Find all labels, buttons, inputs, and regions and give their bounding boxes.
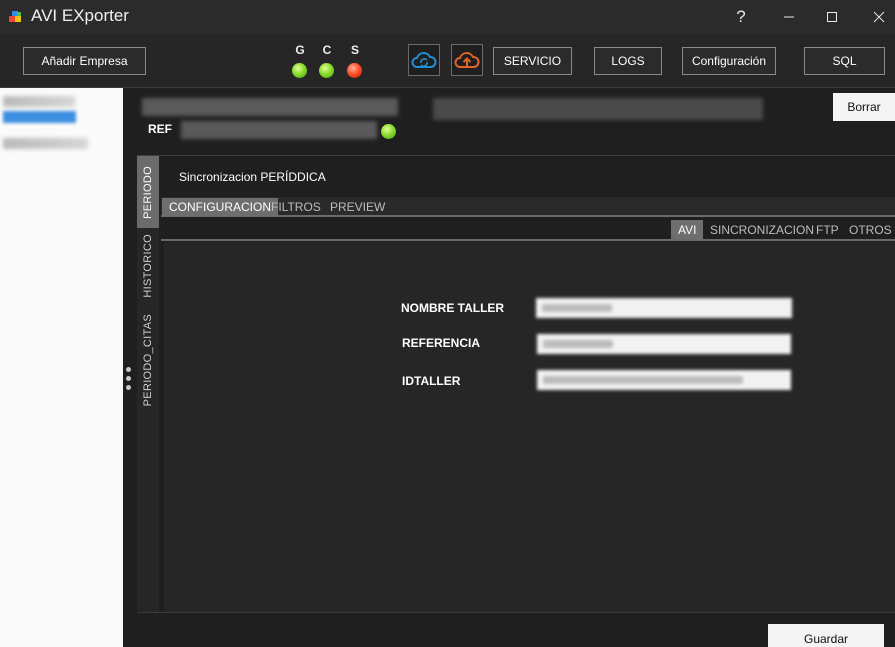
ref-field[interactable] bbox=[181, 121, 377, 139]
splitter-handle[interactable] bbox=[125, 367, 133, 393]
window-title: AVI EXporter bbox=[31, 6, 129, 25]
idtaller-input[interactable] bbox=[537, 370, 791, 390]
status-label-c: C bbox=[322, 43, 332, 57]
logs-button[interactable]: LOGS bbox=[594, 47, 662, 75]
list-item-selected[interactable] bbox=[3, 111, 76, 123]
tab-periodo-citas[interactable]: PERIODO_CITAS bbox=[137, 308, 159, 412]
tab-otros[interactable]: OTROS bbox=[842, 220, 895, 239]
tab-filtros[interactable]: FILTROS bbox=[264, 198, 328, 216]
tab-sincronizacion[interactable]: SINCRONIZACION bbox=[703, 220, 821, 239]
maximize-icon bbox=[827, 12, 837, 22]
save-button[interactable]: Guardar bbox=[768, 624, 884, 647]
company-name-field[interactable] bbox=[142, 98, 398, 116]
referencia-input[interactable] bbox=[537, 334, 791, 354]
tab-historico[interactable]: HISTORICO bbox=[137, 230, 159, 302]
ref-status-icon bbox=[381, 124, 396, 139]
tab-periodo[interactable]: PERIODO bbox=[137, 156, 159, 228]
minimize-button[interactable] bbox=[766, 0, 812, 34]
status-led-c-icon bbox=[319, 63, 334, 78]
status-led-g-icon bbox=[292, 63, 307, 78]
status-led-s-icon bbox=[347, 63, 362, 78]
list-item[interactable] bbox=[3, 96, 75, 107]
maximize-button[interactable] bbox=[809, 0, 855, 34]
cloud-sync-icon bbox=[411, 52, 437, 68]
panel-title: Sincronizacion PERÍDDICA bbox=[179, 170, 326, 184]
delete-button[interactable]: Borrar bbox=[833, 93, 895, 121]
configuration-button[interactable]: Configuración bbox=[682, 47, 776, 75]
service-button[interactable]: SERVICIO bbox=[493, 47, 572, 75]
help-button[interactable]: ? bbox=[718, 0, 764, 34]
nombre-taller-input[interactable] bbox=[536, 298, 792, 318]
app-icon bbox=[9, 11, 21, 22]
divider bbox=[137, 155, 895, 156]
ref-label: REF bbox=[148, 122, 172, 136]
add-company-button[interactable]: Añadir Empresa bbox=[23, 47, 146, 75]
close-button[interactable] bbox=[856, 0, 895, 34]
company-list[interactable] bbox=[0, 88, 123, 647]
tab-ftp[interactable]: FTP bbox=[809, 220, 846, 239]
company-select[interactable] bbox=[433, 98, 763, 120]
cloud-upload-button[interactable] bbox=[451, 44, 483, 76]
minimize-icon bbox=[784, 16, 794, 18]
cloud-upload-icon bbox=[454, 52, 480, 68]
status-label-s: S bbox=[350, 43, 359, 57]
status-label-g: G bbox=[295, 43, 305, 57]
cloud-sync-button[interactable] bbox=[408, 44, 440, 76]
sql-button[interactable]: SQL bbox=[804, 47, 885, 75]
list-item[interactable] bbox=[3, 138, 88, 149]
tab-configuracion[interactable]: CONFIGURACION bbox=[162, 198, 278, 216]
close-icon bbox=[873, 11, 885, 23]
nombre-taller-label: NOMBRE TALLER bbox=[401, 301, 505, 315]
tab-preview[interactable]: PREVIEW bbox=[323, 198, 392, 216]
referencia-label: REFERENCIA bbox=[402, 336, 481, 350]
idtaller-label: IDTALLER bbox=[402, 374, 461, 388]
tab-avi[interactable]: AVI bbox=[671, 220, 704, 239]
